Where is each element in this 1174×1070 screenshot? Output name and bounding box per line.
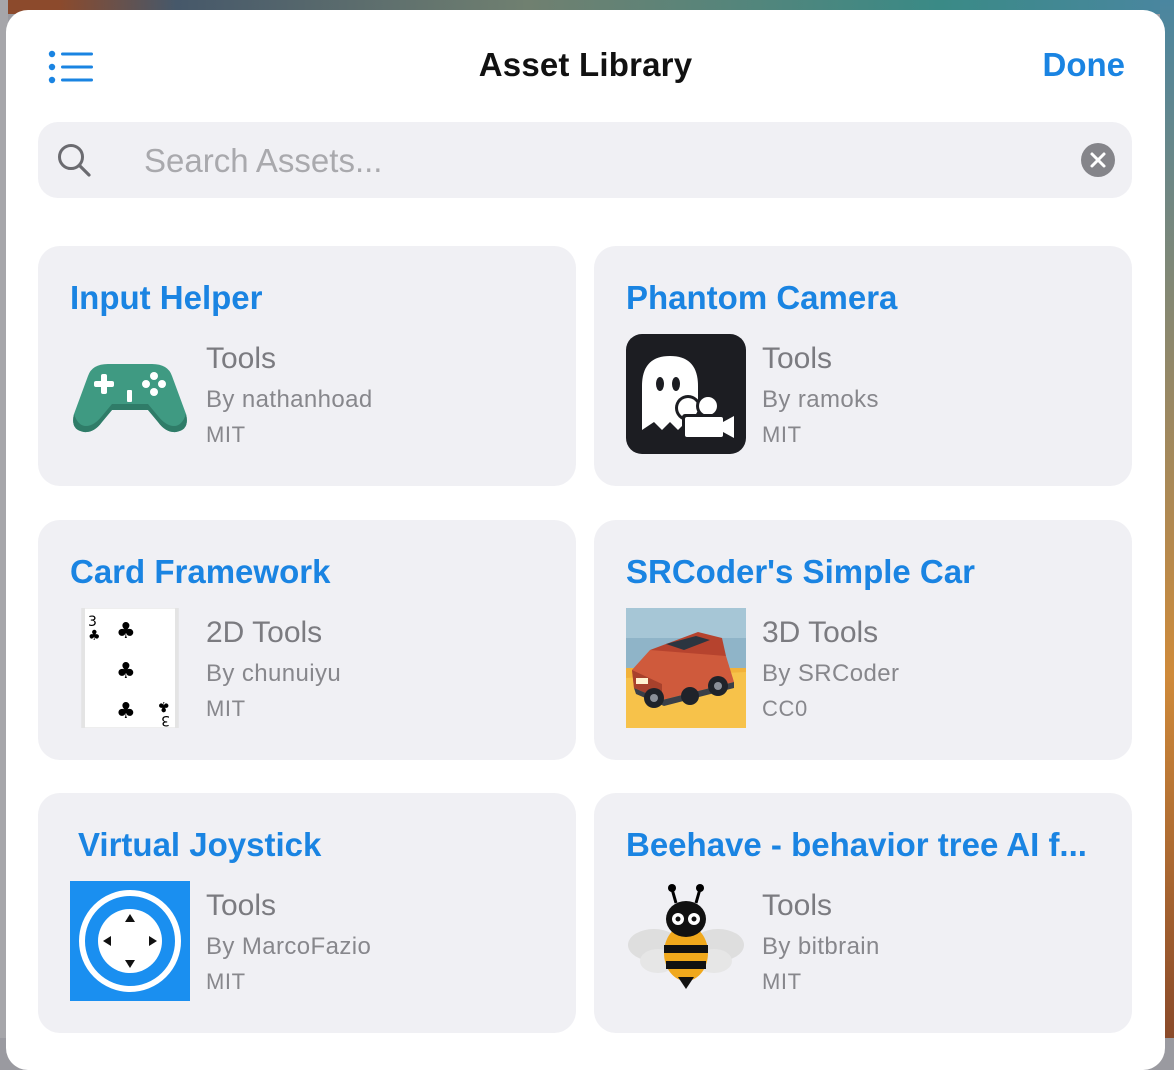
done-button[interactable]: Done <box>1043 46 1126 84</box>
asset-author: By ramoks <box>762 386 879 413</box>
bee-icon <box>628 884 744 989</box>
search-bar <box>38 122 1132 198</box>
playing-card-icon: 3 ♣ ♣ ♣ ♣ 3 ♣ <box>81 608 179 728</box>
asset-category: 2D Tools <box>206 616 323 649</box>
header: Asset Library Done <box>6 10 1165 110</box>
asset-license: MIT <box>762 969 802 994</box>
asset-license: CC0 <box>762 696 808 721</box>
asset-category: 3D Tools <box>762 616 879 649</box>
svg-text:♣: ♣ <box>88 628 101 644</box>
asset-title[interactable]: Virtual Joystick <box>78 826 546 864</box>
asset-author: By MarcoFazio <box>206 933 372 960</box>
asset-category: Tools <box>762 889 833 922</box>
asset-license: MIT <box>206 696 246 721</box>
asset-license: MIT <box>762 422 802 447</box>
asset-card-input-helper[interactable]: Input Helper Tools By nathanhoad MIT <box>38 246 576 486</box>
asset-author: By bitbrain <box>762 933 880 960</box>
svg-text:♣: ♣ <box>116 659 136 684</box>
svg-text:♣: ♣ <box>116 619 136 644</box>
search-icon <box>58 144 91 177</box>
asset-card-virtual-joystick[interactable]: Virtual Joystick Tools By MarcoFazio MIT <box>38 793 576 1033</box>
asset-library-sheet: Asset Library Done Input Helper Tools <box>6 10 1165 1070</box>
asset-license: MIT <box>206 969 246 994</box>
joystick-icon <box>70 881 190 1001</box>
asset-author: By chunuiyu <box>206 660 342 687</box>
search-input[interactable] <box>142 136 1046 186</box>
asset-category: Tools <box>762 342 833 375</box>
gamepad-icon <box>73 364 187 433</box>
asset-title[interactable]: Input Helper <box>70 279 546 317</box>
svg-text:♣: ♣ <box>116 699 136 724</box>
car-icon <box>626 608 746 728</box>
asset-title[interactable]: Phantom Camera <box>626 279 1102 317</box>
asset-category: Tools <box>206 342 277 375</box>
asset-license: MIT <box>206 422 246 447</box>
asset-author: By SRCoder <box>762 660 900 687</box>
page-title: Asset Library <box>478 46 693 83</box>
asset-card-simple-car[interactable]: SRCoder's Simple Car 3D Tools By SRCoder… <box>594 520 1132 760</box>
svg-text:♣: ♣ <box>157 698 170 714</box>
asset-title[interactable]: Beehave - behavior tree AI f... <box>626 826 1102 864</box>
asset-title[interactable]: Card Framework <box>70 553 546 591</box>
clear-icon[interactable] <box>1080 142 1116 178</box>
asset-card-phantom-camera[interactable]: Phantom Camera Tools By ramoks MIT <box>594 246 1132 486</box>
asset-card-card-framework[interactable]: Card Framework 3 ♣ ♣ ♣ ♣ 3 ♣ 2D Tools By… <box>38 520 576 760</box>
ghost-camera-icon <box>626 334 746 454</box>
asset-category: Tools <box>206 889 277 922</box>
asset-card-beehave[interactable]: Beehave - behavior tree AI f... Tools By… <box>594 793 1132 1033</box>
asset-title[interactable]: SRCoder's Simple Car <box>626 553 1102 591</box>
asset-author: By nathanhoad <box>206 386 373 413</box>
